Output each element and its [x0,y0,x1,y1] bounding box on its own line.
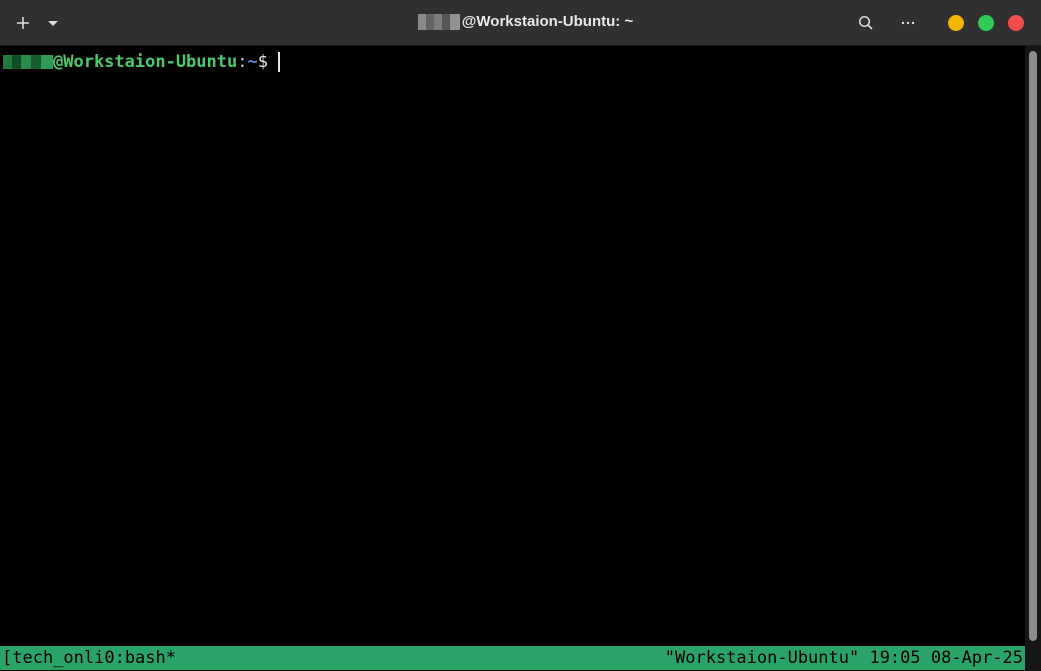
terminal-window: @Workstaion-Ubuntu: ~ @Workstaion-Ubuntu… [0,0,1041,671]
text-cursor [277,52,280,72]
window-title: @Workstaion-Ubuntu: ~ [0,13,1041,34]
menu-button[interactable] [893,8,923,38]
maximize-button[interactable] [978,15,994,31]
terminal-area[interactable]: @Workstaion-Ubuntu: ~ $ [0,46,1025,646]
status-session-window: [tech_onli0:bash* [2,648,176,668]
new-tab-button[interactable] [8,8,38,38]
prompt-symbol: $ [257,52,268,72]
scrollbar-thumb[interactable] [1029,51,1037,641]
tab-menu-button[interactable] [38,8,68,38]
minimize-button[interactable] [948,15,964,31]
prompt-host: @Workstaion-Ubuntu [53,52,238,72]
redacted-prompt-username [3,55,53,69]
tmux-status-bar: [tech_onli0:bash* "Workstaion-Ubuntu" 19… [0,646,1025,670]
window-title-text: @Workstaion-Ubuntu: ~ [461,13,634,30]
prompt-path: ~ [247,52,258,72]
search-icon [858,15,873,30]
header-bar: @Workstaion-Ubuntu: ~ [0,0,1041,46]
prompt-line: @Workstaion-Ubuntu: ~ $ [3,52,280,72]
chevron-down-icon [48,21,58,26]
status-host-time-date: "Workstaion-Ubuntu" 19:05 08-Apr-25 [664,648,1023,668]
prompt-colon: : [237,52,248,72]
plus-icon [17,17,29,29]
scrollbar-track[interactable] [1025,46,1041,671]
redacted-username [417,13,460,30]
search-button[interactable] [851,8,881,38]
close-button[interactable] [1008,15,1024,31]
more-horizontal-icon [901,21,915,25]
